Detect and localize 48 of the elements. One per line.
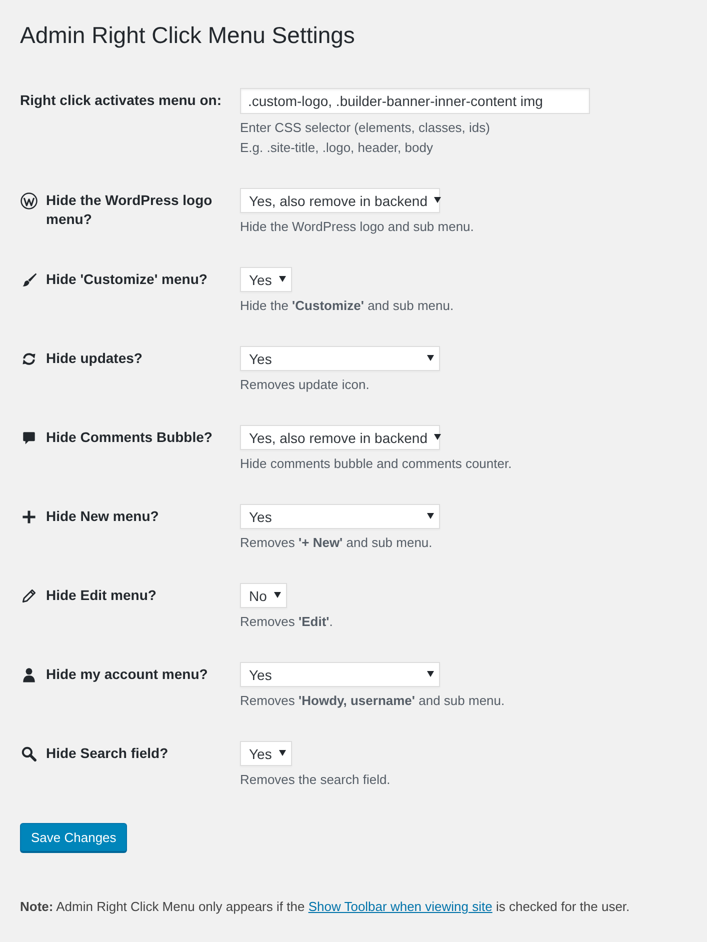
- setting-label: Hide 'Customize' menu?: [46, 270, 208, 289]
- dropdown[interactable]: No: [240, 583, 287, 608]
- note-text: Note: Admin Right Click Menu only appears if the Show Toolbar when viewing site is checked for the user.: [20, 898, 631, 916]
- setting-description: E.g. .site-title, .logo, header, body: [240, 139, 433, 157]
- dropdown[interactable]: Yes: [240, 346, 440, 371]
- css-selector-input[interactable]: .custom-logo, .builder-banner-inner-content img: [240, 88, 590, 114]
- setting-label: Right click activates menu on:: [20, 91, 222, 110]
- toolbar-settings-link[interactable]: Show Toolbar when viewing site: [308, 899, 492, 914]
- setting-description: Removes '+ New' and sub menu.: [240, 534, 432, 552]
- dropdown[interactable]: Yes: [240, 662, 440, 687]
- caret-icon: [278, 276, 286, 282]
- caret-icon: [434, 196, 442, 202]
- setting-label: Hide New menu?: [46, 507, 159, 526]
- caret-icon: [434, 434, 442, 440]
- caret-icon: [427, 354, 434, 360]
- dropdown[interactable]: Yes: [240, 504, 440, 529]
- paintbrush-icon: [20, 271, 38, 289]
- caret-icon: [427, 670, 434, 676]
- refresh-icon: [20, 350, 38, 368]
- dropdown[interactable]: Yes, also remove in backend: [240, 188, 440, 213]
- setting-label: Hide Edit menu?: [46, 586, 156, 605]
- setting-description: Hide the 'Customize' and sub menu.: [240, 297, 454, 315]
- pencil-icon: [20, 587, 38, 605]
- setting-label: Hide updates?: [46, 349, 142, 368]
- setting-description: Enter CSS selector (elements, classes, ids): [240, 119, 490, 137]
- page-title: Admin Right Click Menu Settings: [20, 21, 356, 50]
- caret-icon: [427, 512, 434, 518]
- setting-description: Removes 'Edit'.: [240, 613, 333, 631]
- setting-label: Hide the WordPress logo menu?: [46, 191, 214, 229]
- setting-label: Hide my account menu?: [46, 665, 208, 684]
- caret-icon: [274, 592, 281, 598]
- speech-bubble-icon: [20, 429, 38, 447]
- dropdown[interactable]: Yes, also remove in backend: [240, 425, 440, 450]
- search-icon: [20, 745, 38, 763]
- person-icon: [20, 666, 38, 684]
- setting-description: Hide comments bubble and comments counter.: [240, 455, 512, 473]
- setting-label: Hide Search field?: [46, 744, 168, 763]
- plus-icon: [20, 508, 38, 526]
- setting-label: Hide Comments Bubble?: [46, 428, 212, 447]
- caret-icon: [278, 750, 286, 756]
- dropdown[interactable]: Yes: [240, 267, 292, 292]
- setting-description: Hide the WordPress logo and sub menu.: [240, 218, 474, 236]
- save-changes-button[interactable]: Save Changes: [20, 823, 128, 852]
- dropdown[interactable]: Yes: [240, 741, 292, 766]
- setting-description: Removes update icon.: [240, 376, 370, 394]
- setting-description: Removes the search field.: [240, 771, 390, 789]
- setting-description: Removes 'Howdy, username' and sub menu.: [240, 692, 505, 710]
- wordpress-logo-icon: [20, 192, 38, 210]
